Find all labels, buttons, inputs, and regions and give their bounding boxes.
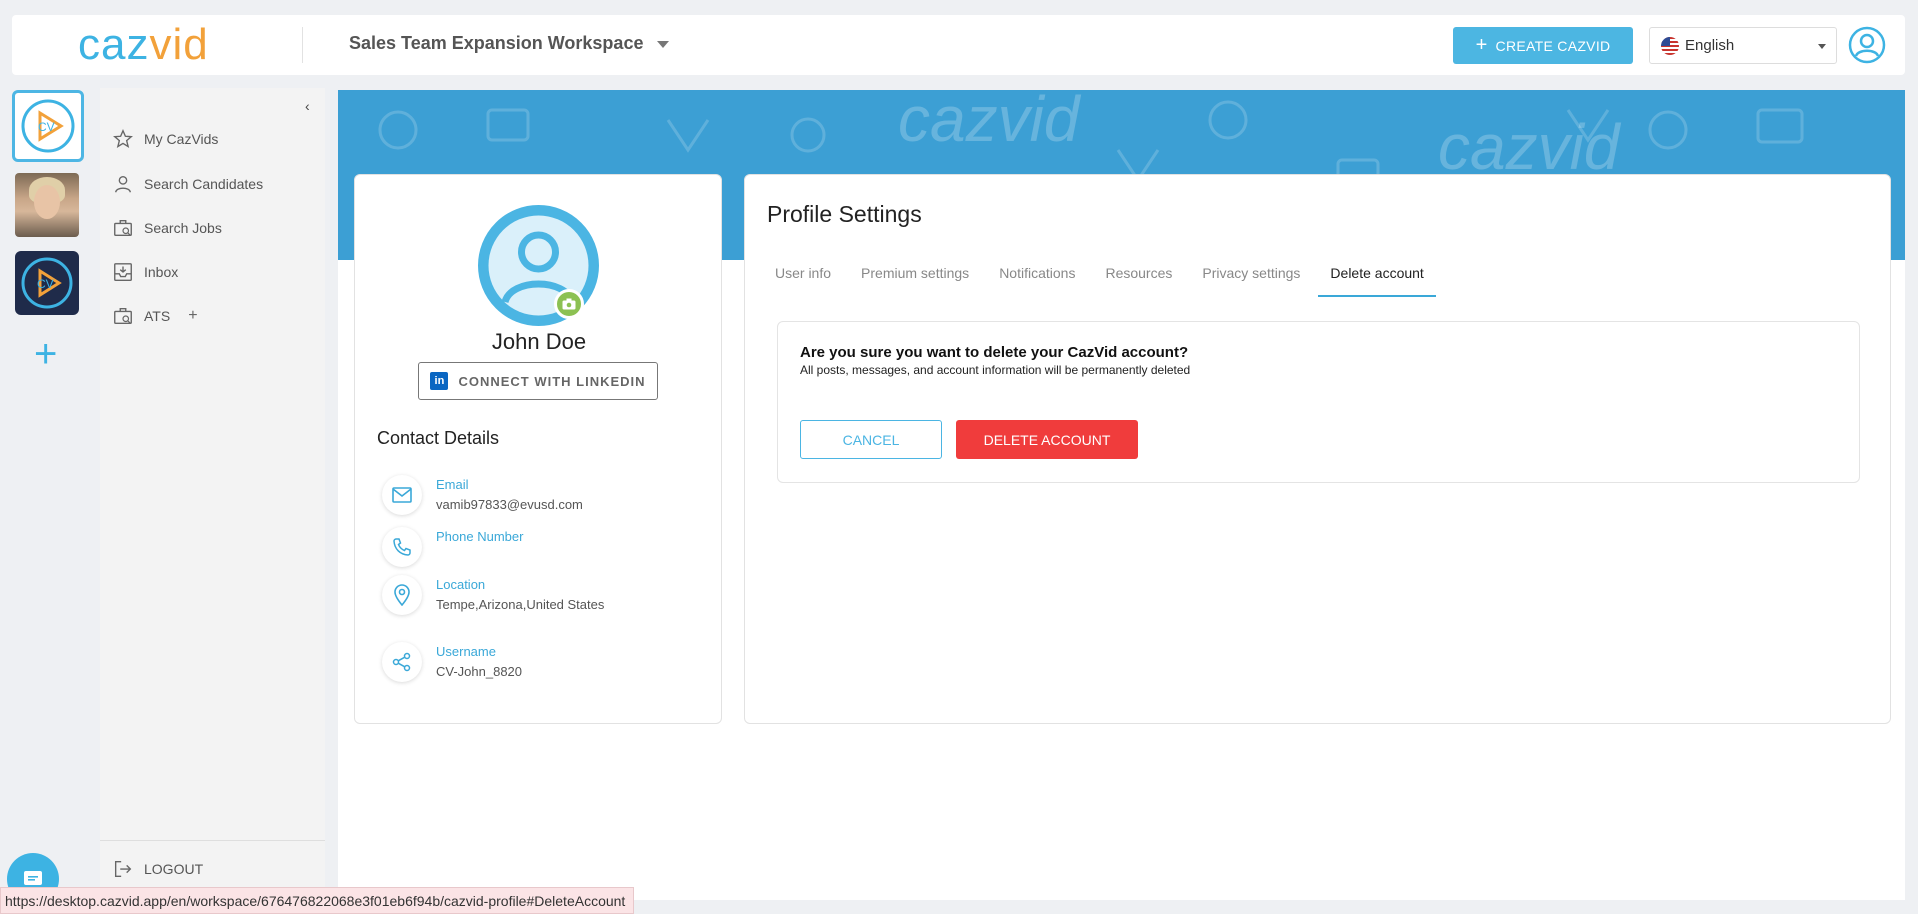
delete-account-panel: Are you sure you want to delete your Caz… (777, 321, 1860, 483)
contact-label: Username (436, 644, 496, 659)
contact-label: Location (436, 577, 486, 592)
logout-icon (114, 860, 132, 878)
contact-label: Phone Number (436, 529, 524, 544)
sidebar-item-ats[interactable]: ATS + (112, 305, 198, 327)
workspace-cazvid-active[interactable]: CV (12, 90, 84, 162)
sidebar-item-inbox[interactable]: Inbox (112, 261, 178, 283)
cancel-button[interactable]: CANCEL (800, 420, 942, 459)
tab-notifications[interactable]: Notifications (987, 255, 1087, 297)
briefcase-search-icon (114, 219, 132, 237)
sidebar-item-search-candidates[interactable]: Search Candidates (112, 173, 263, 195)
language-select[interactable]: English (1649, 27, 1837, 64)
mail-icon (382, 475, 422, 515)
ats-add-icon[interactable]: + (188, 307, 197, 325)
sidebar-item-label: My CazVids (144, 131, 219, 147)
cazvid-play-icon: CV (21, 99, 75, 153)
us-flag-icon (1661, 36, 1679, 55)
sidebar: ‹ My CazVids Search Candidates Search Jo… (100, 88, 325, 898)
share-icon (382, 642, 422, 682)
svg-text:CV: CV (38, 120, 55, 134)
briefcase-icon (114, 307, 132, 325)
logout-button[interactable]: LOGOUT (112, 858, 203, 880)
person-icon (114, 175, 132, 193)
language-value: English (1685, 37, 1735, 54)
camera-icon[interactable] (554, 289, 584, 319)
linkedin-icon: in (430, 372, 449, 390)
tab-user-info[interactable]: User info (763, 255, 843, 297)
sidebar-item-my-cazvids[interactable]: My CazVids (112, 128, 218, 150)
top-bar: cazvid Sales Team Expansion Workspace + … (12, 15, 1905, 75)
cazvid-play-icon: CV (21, 257, 73, 309)
user-account-icon[interactable] (1848, 26, 1886, 64)
dropdown-arrow-icon (1818, 44, 1826, 49)
connect-linkedin-button[interactable]: in CONNECT WITH LINKEDIN (418, 362, 658, 400)
delete-question: Are you sure you want to delete your Caz… (800, 344, 1189, 361)
delete-warning: All posts, messages, and account informa… (800, 363, 1191, 377)
sidebar-item-label: Search Candidates (144, 176, 264, 192)
contact-value: Tempe,Arizona,United States (436, 597, 605, 612)
contact-value: vamib97833@evusd.com (436, 497, 583, 512)
tab-resources[interactable]: Resources (1093, 255, 1184, 297)
sidebar-item-search-jobs[interactable]: Search Jobs (112, 217, 222, 239)
contact-username: Username CV-John_8820 (382, 642, 522, 682)
main-content: cazvid cazvid cazvid John Doe in CONNECT… (338, 90, 1905, 900)
linkedin-label: CONNECT WITH LINKEDIN (458, 373, 646, 389)
sidebar-divider (100, 840, 325, 841)
cazvid-logo[interactable]: cazvid (78, 23, 209, 67)
location-icon (382, 575, 422, 615)
inbox-icon (114, 263, 132, 281)
header-divider (302, 27, 303, 63)
chevron-down-icon (657, 41, 670, 48)
workspace-avatar[interactable] (15, 173, 79, 237)
delete-account-button[interactable]: DELETE ACCOUNT (956, 420, 1138, 459)
banner-watermark: cazvid (1438, 111, 1620, 183)
plus-icon: + (1475, 33, 1488, 56)
contact-label: Email (436, 477, 469, 492)
profile-settings-title: Profile Settings (767, 201, 922, 227)
logout-label: LOGOUT (144, 861, 204, 877)
settings-tabs: User info Premium settings Notifications… (763, 255, 1442, 297)
sidebar-item-label: Search Jobs (144, 220, 222, 236)
tab-privacy-settings[interactable]: Privacy settings (1190, 255, 1312, 297)
profile-settings-card: Profile Settings User info Premium setti… (744, 174, 1891, 724)
phone-icon (382, 527, 422, 567)
create-cazvid-button[interactable]: + CREATE CAZVID (1453, 27, 1633, 64)
sidebar-item-label: Inbox (144, 264, 179, 280)
banner-watermark: cazvid (898, 90, 1080, 155)
contact-value: CV-John_8820 (436, 664, 523, 679)
create-cazvid-label: CREATE CAZVID (1495, 37, 1611, 54)
contact-details-title: Contact Details (377, 428, 500, 448)
contact-email: Email vamib97833@evusd.com (382, 475, 583, 515)
status-bar-url: https://desktop.cazvid.app/en/workspace/… (0, 887, 635, 914)
svg-text:CV: CV (37, 277, 54, 291)
contact-phone: Phone Number (382, 527, 523, 567)
add-workspace-button[interactable]: + (34, 334, 66, 374)
logo-part-1: caz (78, 20, 150, 69)
contact-location: Location Tempe,Arizona,United States (382, 575, 604, 615)
collapse-sidebar-icon[interactable]: ‹ (305, 98, 310, 114)
avatar-face (34, 185, 60, 219)
profile-card: John Doe in CONNECT WITH LINKEDIN Contac… (354, 174, 722, 724)
profile-name: John Doe (491, 329, 587, 354)
workspace-cazvid-dark[interactable]: CV (15, 251, 79, 315)
workspace-selector[interactable]: Sales Team Expansion Workspace (349, 33, 670, 54)
workspace-name: Sales Team Expansion Workspace (349, 33, 644, 53)
sidebar-item-label: ATS (144, 308, 171, 324)
workspace-rail: CV CV + (0, 88, 100, 914)
star-icon (113, 129, 133, 148)
logo-part-2: vid (149, 20, 209, 69)
tab-delete-account[interactable]: Delete account (1318, 255, 1436, 297)
tab-premium-settings[interactable]: Premium settings (849, 255, 981, 297)
